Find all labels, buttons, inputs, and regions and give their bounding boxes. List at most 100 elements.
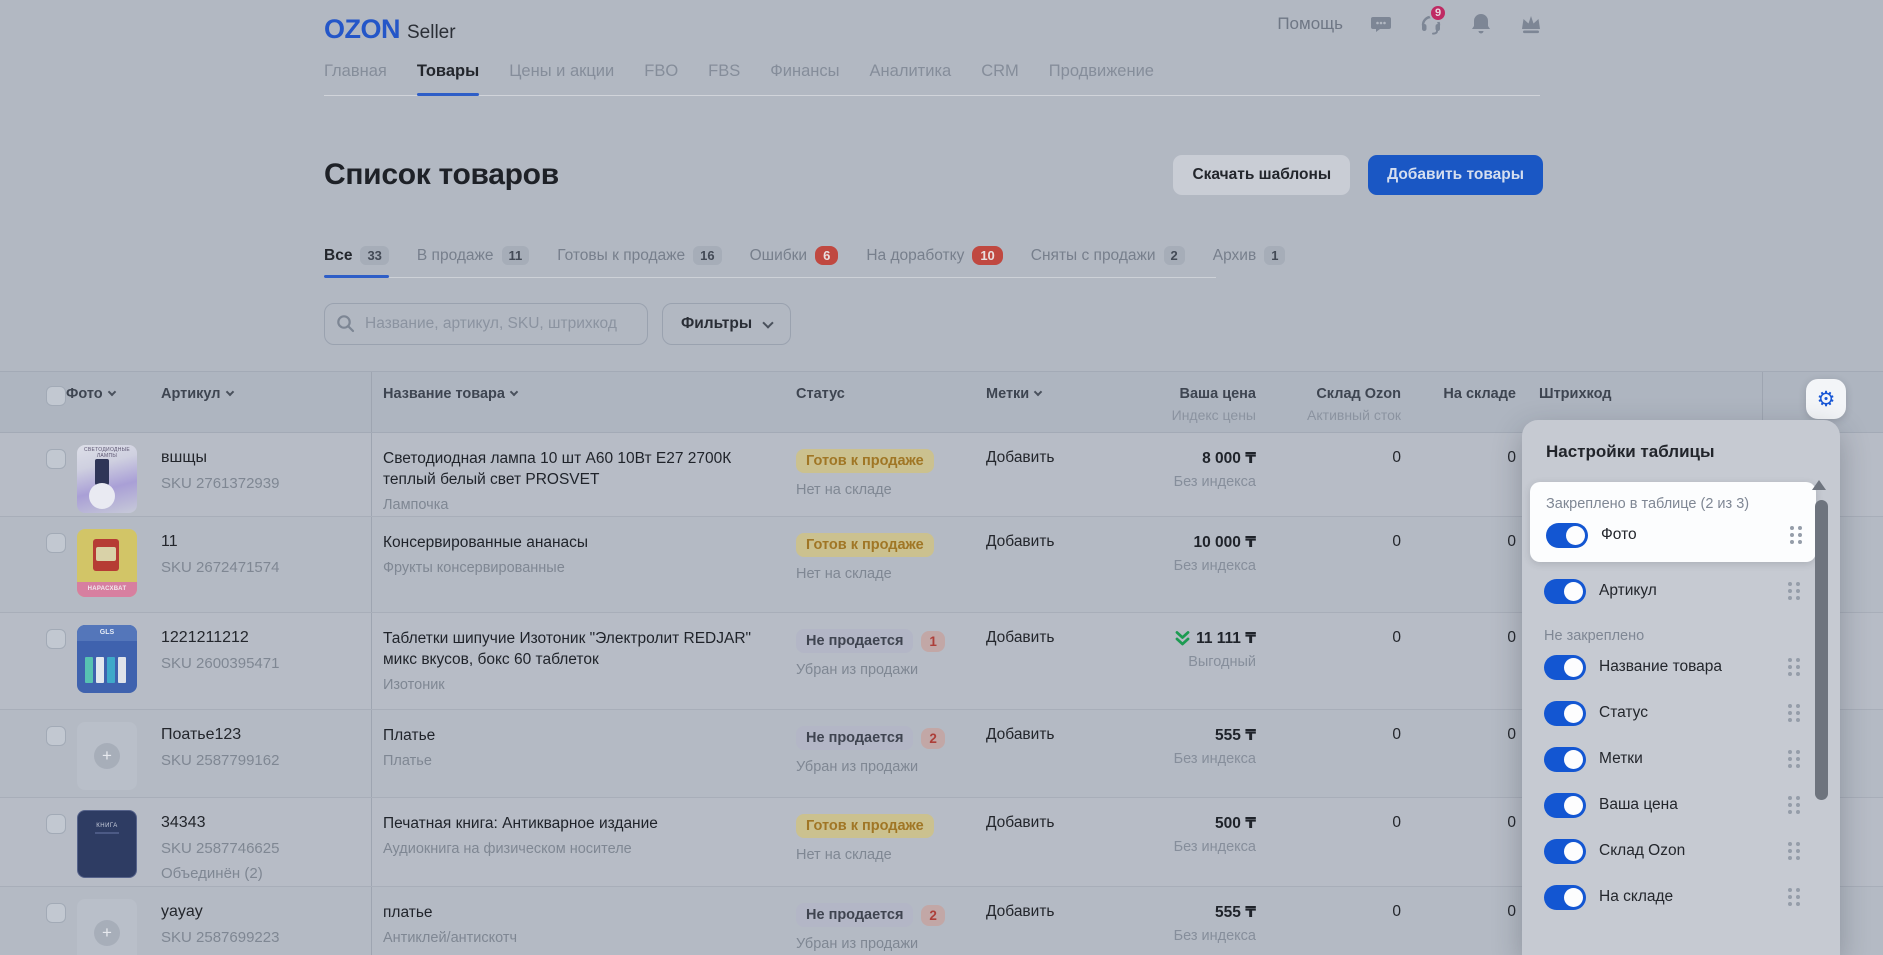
add-photo-icon[interactable]: + (94, 743, 120, 769)
help-link[interactable]: Помощь (1277, 14, 1343, 34)
drag-handle-icon[interactable] (1788, 750, 1800, 768)
add-tag-button[interactable]: Добавить (986, 533, 1055, 550)
add-tag-button[interactable]: Добавить (986, 629, 1055, 646)
header-article[interactable]: Артикул (161, 372, 371, 432)
search-input[interactable] (324, 303, 648, 345)
product-photo[interactable]: СВЕТОДИОДНЫЕ ЛАМПЫ (77, 445, 137, 513)
photo-toggle[interactable] (1546, 523, 1588, 548)
nav-item-tovary[interactable]: Товары (417, 62, 479, 81)
status-count-badge: 2 (921, 728, 945, 749)
article-toggle[interactable] (1544, 579, 1586, 604)
bell-icon[interactable] (1469, 12, 1493, 36)
in-stock-value: 0 (1401, 710, 1516, 797)
row-checkbox[interactable] (46, 903, 66, 923)
scrollbar-thumb[interactable] (1815, 500, 1828, 800)
drag-handle-icon[interactable] (1788, 658, 1800, 676)
product-name[interactable]: Платье (383, 726, 788, 747)
drag-handle-icon[interactable] (1788, 582, 1800, 600)
product-name[interactable]: Консервированные ананасы (383, 533, 788, 554)
ozon-stock-toggle[interactable] (1544, 839, 1586, 864)
head-buttons: Скачать шаблоны Добавить товары (1173, 155, 1543, 195)
tab-all[interactable]: Все33 (324, 246, 389, 265)
product-name[interactable]: платье (383, 903, 788, 924)
chat-icon[interactable] (1369, 12, 1393, 36)
add-tag-button[interactable]: Добавить (986, 903, 1055, 920)
add-tag-button[interactable]: Добавить (986, 814, 1055, 831)
sort-chevron-icon (510, 388, 518, 396)
price-down-chevrons-icon (1175, 630, 1190, 647)
product-photo[interactable]: КНИГА (77, 810, 137, 878)
status-count-badge: 2 (921, 905, 945, 926)
add-photo-icon[interactable]: + (94, 920, 120, 946)
row-checkbox[interactable] (46, 533, 66, 553)
select-all-checkbox[interactable] (46, 386, 66, 406)
drag-handle-icon[interactable] (1788, 888, 1800, 906)
nav-item-analitika[interactable]: Аналитика (870, 62, 952, 81)
row-checkbox[interactable] (46, 726, 66, 746)
add-products-button[interactable]: Добавить товары (1368, 155, 1543, 195)
product-photo-placeholder[interactable]: + (77, 722, 137, 790)
tab-removed[interactable]: Сняты с продажи2 (1031, 246, 1185, 265)
product-photo[interactable]: GLS (77, 625, 137, 693)
product-sku: SKU 2761372939 (161, 475, 363, 492)
support-headset-icon[interactable]: 9 (1419, 12, 1443, 36)
price-index: Без индекса (1126, 751, 1256, 767)
product-price: 8 000 ₸ (1202, 449, 1256, 468)
price-toggle[interactable] (1544, 793, 1586, 818)
nav-item-fbs[interactable]: FBS (708, 62, 740, 81)
tab-on-sale[interactable]: В продаже11 (417, 246, 529, 265)
tab-ready[interactable]: Готовы к продаже16 (557, 246, 721, 265)
nav-item-crm[interactable]: CRM (981, 62, 1019, 81)
table-settings-panel: Настройки таблицы Закреплено в таблице (… (1522, 420, 1840, 955)
add-tag-button[interactable]: Добавить (986, 449, 1055, 466)
search-row: Фильтры (324, 303, 791, 345)
row-checkbox[interactable] (46, 449, 66, 469)
product-photo-placeholder[interactable]: + (77, 899, 137, 955)
tab-errors[interactable]: Ошибки6 (750, 246, 839, 265)
drag-handle-icon[interactable] (1788, 842, 1800, 860)
product-article: yayay (161, 903, 363, 921)
row-checkbox[interactable] (46, 629, 66, 649)
product-article: 34343 (161, 814, 363, 832)
header-ozon-stock: Склад OzonАктивный сток (1256, 372, 1401, 432)
header-status: Статус (796, 372, 986, 432)
tags-toggle[interactable] (1544, 747, 1586, 772)
product-category: Лампочка (383, 497, 788, 513)
unpinned-section-label: Не закреплено (1544, 628, 1840, 644)
header-name[interactable]: Название товара (371, 372, 796, 432)
in-stock-toggle[interactable] (1544, 885, 1586, 910)
header-photo[interactable]: Фото (66, 372, 161, 432)
download-templates-button[interactable]: Скачать шаблоны (1173, 155, 1350, 195)
settings-item-label: Фото (1601, 526, 1637, 544)
scroll-up-arrow[interactable] (1812, 480, 1826, 490)
product-name[interactable]: Таблетки шипучие Изотоник "Электролит RE… (383, 629, 788, 671)
tab-rework[interactable]: На доработку10 (866, 246, 1002, 265)
drag-handle-icon[interactable] (1790, 526, 1802, 544)
status-count-badge: 1 (921, 631, 945, 652)
nav-item-prodvizhenie[interactable]: Продвижение (1049, 62, 1154, 81)
filters-button[interactable]: Фильтры (662, 303, 791, 345)
app-logo[interactable]: OZON Seller (324, 14, 456, 45)
tab-archive[interactable]: Архив1 (1213, 246, 1286, 265)
add-tag-button[interactable]: Добавить (986, 726, 1055, 743)
header-tags[interactable]: Метки (986, 372, 1126, 432)
ozon-stock-value: 0 (1256, 517, 1401, 612)
tab-label: Архив (1213, 247, 1256, 265)
status-badge: Готов к продаже (796, 814, 934, 838)
nav-item-fbo[interactable]: FBO (644, 62, 678, 81)
photo-caption: СВЕТОДИОДНЫЕ ЛАМПЫ (77, 447, 137, 459)
drag-handle-icon[interactable] (1788, 796, 1800, 814)
crown-icon[interactable] (1519, 12, 1543, 36)
table-settings-gear-button[interactable]: ⚙ (1806, 379, 1846, 419)
product-photo[interactable]: НАРАСХВАТ (77, 529, 137, 597)
nav-item-glavnaya[interactable]: Главная (324, 62, 387, 81)
drag-handle-icon[interactable] (1788, 704, 1800, 722)
nav-item-tseny[interactable]: Цены и акции (509, 62, 614, 81)
product-name[interactable]: Светодиодная лампа 10 шт A60 10Вт E27 27… (383, 449, 788, 491)
status-toggle[interactable] (1544, 701, 1586, 726)
name-toggle[interactable] (1544, 655, 1586, 680)
product-name[interactable]: Печатная книга: Антикварное издание (383, 814, 788, 835)
product-sku: SKU 2587699223 (161, 929, 363, 946)
row-checkbox[interactable] (46, 814, 66, 834)
nav-item-finansy[interactable]: Финансы (770, 62, 839, 81)
